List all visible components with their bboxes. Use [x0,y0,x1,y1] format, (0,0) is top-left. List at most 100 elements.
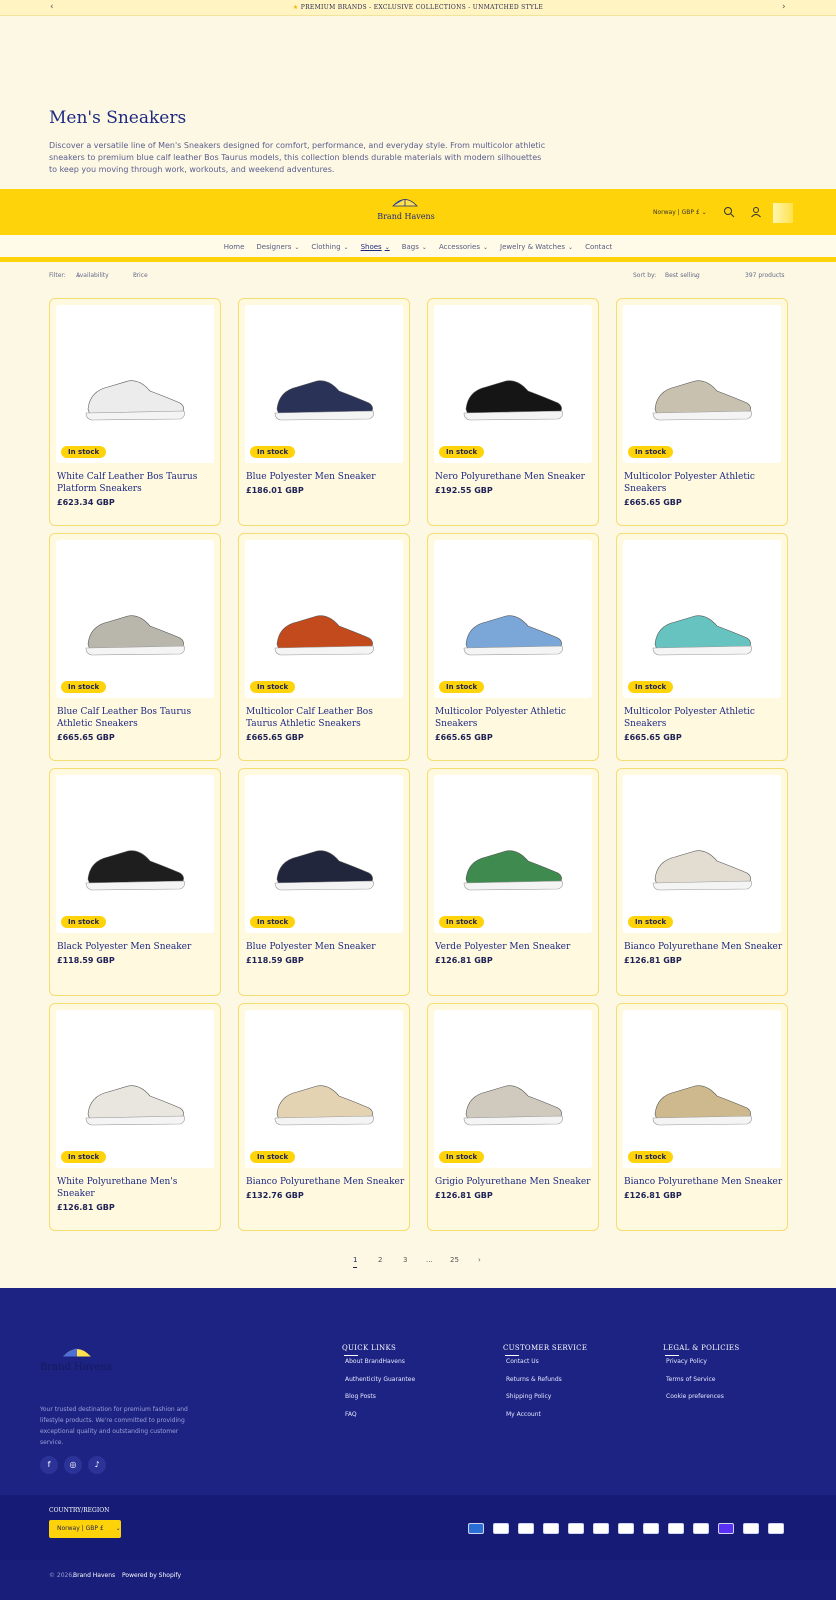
product-card[interactable]: In stock Blue Polyester Men Sneaker £186.0… [238,298,410,526]
chevron-right-icon[interactable]: › [782,2,786,12]
product-image[interactable] [623,775,781,933]
sneaker-image-icon [274,1085,374,1126]
footer-link[interactable]: Contact Us [506,1356,653,1374]
footer-link[interactable]: FAQ [345,1409,492,1427]
footer-link[interactable]: Returns & Refunds [506,1374,653,1392]
product-image[interactable] [434,540,592,698]
search-icon[interactable] [723,206,735,218]
footer-link[interactable]: My Account [506,1409,653,1427]
main-navigation: Home Designers ⌄ Clothing ⌄ Shoes ⌄ Bags ⌄ A… [0,235,836,262]
product-image[interactable] [245,540,403,698]
product-card[interactable]: In stock White Polyurethane Men's Sneaker… [49,1003,221,1231]
product-image[interactable] [56,540,214,698]
page-1[interactable]: 1 [353,1256,358,1268]
logo[interactable]: Brand Havens [374,197,438,227]
nav-item-jewelry-watches[interactable]: Jewelry & Watches ⌄ [500,243,573,251]
tiktok-icon[interactable]: ♪ [88,1456,106,1474]
product-title[interactable]: Bianco Polyurethane Men Sneaker [246,1176,406,1188]
chevron-right-icon[interactable]: › [478,1256,481,1264]
product-card[interactable]: In stock White Calf Leather Bos Taurus Pl… [49,298,221,526]
footer-link[interactable]: Shipping Policy [506,1391,653,1409]
nav-item-contact[interactable]: Contact [585,243,612,251]
product-card[interactable]: In stock Nero Polyurethane Men Sneaker £19… [427,298,599,526]
product-image[interactable] [434,775,592,933]
sneaker-image-icon [463,1085,563,1126]
country-region-select[interactable]: Norway | GBP £ ⌄ [49,1520,121,1538]
collection-hero: Men's Sneakers Discover a versatile line… [49,108,609,176]
product-title[interactable]: Multicolor Polyester Athletic Sneakers [624,471,784,495]
product-title[interactable]: Nero Polyurethane Men Sneaker [435,471,595,483]
product-card[interactable]: In stock Verde Polyester Men Sneaker £126.… [427,768,599,996]
cart-icon[interactable] [773,203,793,223]
umbrella-logo-icon [63,1348,91,1357]
filter-label: Filter: [49,272,66,279]
discover-icon [568,1523,584,1534]
nav-item-bags[interactable]: Bags ⌄ [402,243,427,251]
product-title[interactable]: Blue Polyester Men Sneaker [246,941,406,953]
product-image[interactable] [434,305,592,463]
product-image[interactable] [434,1010,592,1168]
footer-link[interactable]: Terms of Service [666,1374,813,1392]
footer-link[interactable]: Privacy Policy [666,1356,813,1374]
product-card[interactable]: In stock Multicolor Polyester Athletic Sn… [616,533,788,761]
product-image[interactable] [245,1010,403,1168]
product-card[interactable]: In stock Multicolor Polyester Athletic Sn… [427,533,599,761]
page-3[interactable]: 3 [403,1256,407,1264]
page-2[interactable]: 2 [378,1256,382,1264]
footer-link[interactable]: Authenticity Guarantee [345,1374,492,1392]
product-price: £186.01 GBP [246,486,304,495]
product-title[interactable]: Grigio Polyurethane Men Sneaker [435,1176,595,1188]
announcement-text: ★ PREMIUM BRANDS - EXCLUSIVE COLLECTIONS… [292,4,544,11]
nav-item-designers[interactable]: Designers ⌄ [256,243,299,251]
product-title[interactable]: Multicolor Polyester Athletic Sneakers [435,706,595,730]
product-title[interactable]: White Polyurethane Men's Sneaker [57,1176,217,1200]
powered-by-link[interactable]: Powered by Shopify [122,1572,181,1579]
product-title[interactable]: Blue Polyester Men Sneaker [246,471,406,483]
product-title[interactable]: Black Polyester Men Sneaker [57,941,217,953]
product-title[interactable]: Blue Calf Leather Bos Taurus Athletic Sn… [57,706,217,730]
chevron-down-icon: ⌄ [115,1525,121,1532]
product-title[interactable]: Multicolor Calf Leather Bos Taurus Athle… [246,706,406,730]
copyright-brand-link[interactable]: Brand Havens [73,1572,115,1579]
page-25[interactable]: 25 [450,1256,459,1264]
stock-badge: In stock [439,916,485,928]
nav-item-accessories[interactable]: Accessories ⌄ [439,243,488,251]
product-card[interactable]: In stock Blue Polyester Men Sneaker £118.5… [238,768,410,996]
product-card[interactable]: In stock Grigio Polyurethane Men Sneaker £… [427,1003,599,1231]
product-card[interactable]: In stock Multicolor Calf Leather Bos Taur… [238,533,410,761]
star-icon: ★ [292,4,299,11]
product-image[interactable] [623,1010,781,1168]
google-pay-icon [593,1523,609,1534]
product-image[interactable] [623,540,781,698]
nav-item-home[interactable]: Home [224,243,245,251]
product-card[interactable]: In stock Multicolor Polyester Athletic Sn… [616,298,788,526]
nav-item-clothing[interactable]: Clothing ⌄ [311,243,348,251]
account-icon[interactable] [750,206,762,218]
facebook-icon[interactable]: f [40,1456,58,1474]
country-selector[interactable]: Norway | GBP £ ⌄ [653,209,707,216]
product-card[interactable]: In stock Blue Calf Leather Bos Taurus Ath… [49,533,221,761]
footer-link[interactable]: Cookie preferences [666,1391,813,1409]
product-card[interactable]: In stock Bianco Polyurethane Men Sneaker £… [616,768,788,996]
product-card[interactable]: In stock Bianco Polyurethane Men Sneaker £… [616,1003,788,1231]
nav-item-shoes[interactable]: Shoes ⌄ [361,243,390,251]
product-image[interactable] [56,305,214,463]
product-title[interactable]: Bianco Polyurethane Men Sneaker [624,1176,784,1188]
footer-link[interactable]: Blog Posts [345,1391,492,1409]
product-card[interactable]: In stock Bianco Polyurethane Men Sneaker £… [238,1003,410,1231]
product-image[interactable] [245,305,403,463]
product-image[interactable] [56,1010,214,1168]
footer-link[interactable]: About BrandHavens [345,1356,492,1374]
instagram-icon[interactable]: ◎ [64,1456,82,1474]
footer-logo[interactable]: Brand Havens [40,1346,120,1380]
filter-bar: Filter: Availability ⌄ Price ⌄ Sort by: … [49,272,785,279]
product-card[interactable]: In stock Black Polyester Men Sneaker £118.… [49,768,221,996]
product-image[interactable] [245,775,403,933]
product-title[interactable]: Verde Polyester Men Sneaker [435,941,595,953]
product-image[interactable] [56,775,214,933]
stock-badge: In stock [628,1151,674,1163]
product-title[interactable]: Multicolor Polyester Athletic Sneakers [624,706,784,730]
product-title[interactable]: White Calf Leather Bos Taurus Platform S… [57,471,217,495]
product-image[interactable] [623,305,781,463]
product-title[interactable]: Bianco Polyurethane Men Sneaker [624,941,784,953]
